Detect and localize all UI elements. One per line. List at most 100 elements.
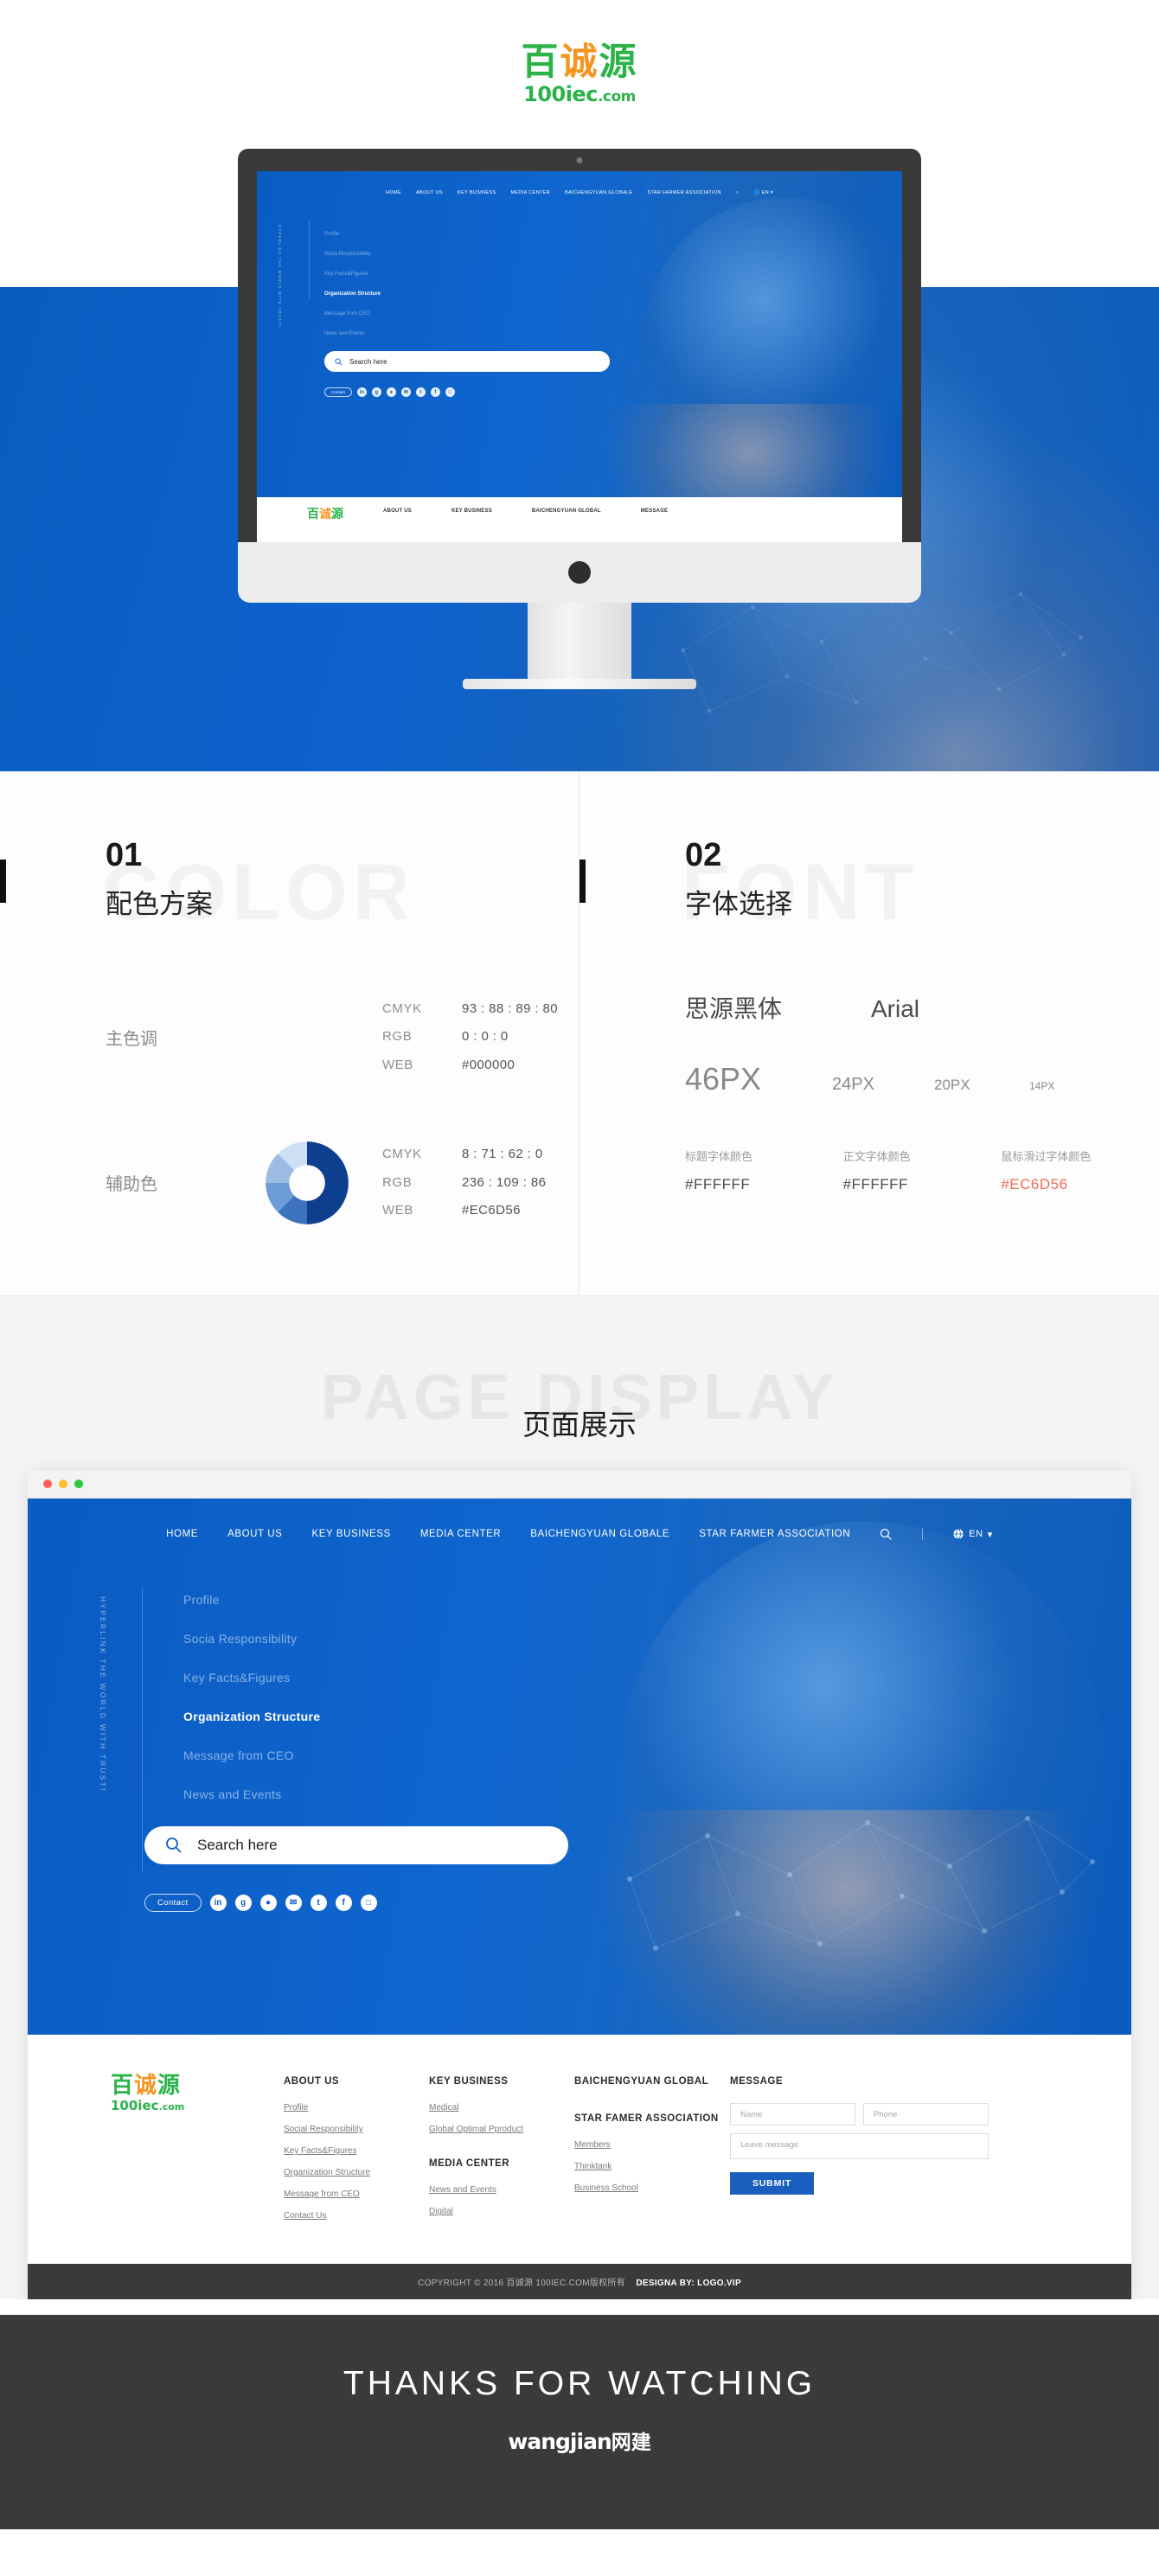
twitter-icon[interactable]: t bbox=[415, 387, 426, 397]
logo-char-2: 诚 bbox=[560, 41, 599, 84]
footer-link-global-optimal-product[interactable]: Global Optimal Pproduct bbox=[429, 2125, 574, 2134]
primary-web-key: WEB bbox=[382, 1057, 413, 1072]
footer-heading-media-center: MEDIA CENTER bbox=[429, 2158, 510, 2169]
footer-link-thinktank[interactable]: Thinktank bbox=[574, 2162, 730, 2171]
email-icon[interactable]: ✉ bbox=[285, 1894, 302, 1911]
font-family-chinese: 思源黑体 bbox=[685, 994, 783, 1023]
nav-item-media-center[interactable]: MEDIA CENTER bbox=[420, 1529, 501, 1539]
site-nav: HOME ABOUT US KEY BUSINESS MEDIA CENTER … bbox=[28, 1499, 1131, 1541]
language-selector[interactable]: EN ▾ bbox=[952, 1528, 993, 1540]
primary-rgb-value: 0 : 0 : 0 bbox=[462, 1029, 509, 1045]
footer-link-key-facts[interactable]: Key Facts&Figures bbox=[284, 2146, 429, 2156]
page-display-title: 页面展示 bbox=[522, 1407, 637, 1441]
twitter-icon[interactable]: t bbox=[310, 1894, 327, 1911]
sidebar-item-news-and-events[interactable]: News and Events bbox=[183, 1787, 1131, 1801]
footer-link-organization-structure[interactable]: Organization Structure bbox=[284, 2168, 429, 2177]
mini-contact-button[interactable]: Contact bbox=[324, 387, 352, 397]
mini-footer-logo-c1: 百 bbox=[307, 508, 319, 521]
footer-link-news-and-events[interactable]: News and Events bbox=[429, 2185, 574, 2195]
font-color-body-value: #FFFFFF bbox=[842, 1176, 908, 1192]
message-field[interactable]: Leave message bbox=[730, 2133, 989, 2159]
sidebar-item-message-from-ceo[interactable]: Message from CEO bbox=[183, 1748, 1131, 1762]
footer-logo-domain: .com bbox=[158, 2100, 185, 2113]
font-color-title-value: #FFFFFF bbox=[685, 1176, 751, 1192]
designer-logo-cjk: 网建 bbox=[611, 2432, 651, 2454]
footer-link-medical[interactable]: Medical bbox=[429, 2103, 574, 2113]
search-placeholder: Search here bbox=[197, 1836, 278, 1853]
chat-icon[interactable]: ● bbox=[386, 387, 396, 397]
email-icon[interactable]: ✉ bbox=[400, 387, 411, 397]
window-minimize-icon[interactable] bbox=[59, 1480, 67, 1489]
color-donut-chart bbox=[265, 1141, 349, 1224]
window-maximize-icon[interactable] bbox=[74, 1480, 83, 1489]
mini-search-placeholder: Search here bbox=[349, 357, 387, 366]
mini-sidebar-item-profile[interactable]: Profile bbox=[324, 232, 902, 237]
search-icon[interactable] bbox=[880, 1528, 893, 1541]
phone-field[interactable]: Phone bbox=[863, 2103, 989, 2125]
footer-heading-star-famer-association: STAR FAMER ASSOCIATION bbox=[574, 2113, 719, 2124]
primary-rgb-key: RGB bbox=[382, 1029, 413, 1045]
mini-sidebar-item-social[interactable]: Socia Responsibility bbox=[324, 252, 902, 257]
facebook-icon[interactable]: f bbox=[430, 387, 440, 397]
footer-link-social-responsibility[interactable]: Social Responsibility bbox=[284, 2125, 429, 2134]
mini-sidebar-item-facts[interactable]: Key Facts&Figures bbox=[324, 272, 902, 277]
poster-page: 百 诚源 100iec.com HOME ABOUT US KEY BUSINES… bbox=[0, 0, 1159, 2529]
site-footer: 百诚源 100iec.com ABOUT US Profile Social R… bbox=[28, 2034, 1131, 2264]
page-display-section: PAGE DISPLAY 页面展示 HOME ABOUT US KEY BUSI… bbox=[0, 1295, 1159, 2315]
mini-footer-logo-c3: 源 bbox=[331, 508, 343, 521]
display-spacer bbox=[0, 2299, 1159, 2315]
mini-sidebar-item-org[interactable]: Organization Structure bbox=[324, 291, 902, 297]
sidebar-item-social-responsibility[interactable]: Socia Responsibility bbox=[183, 1632, 1131, 1646]
mini-sidebar-item-ceo[interactable]: Message from CEO bbox=[324, 311, 902, 316]
font-section-header: FONT 02 字体选择 bbox=[580, 839, 1159, 932]
chat-icon[interactable]: ● bbox=[259, 1894, 277, 1911]
footer-link-contact-us[interactable]: Contact Us bbox=[284, 2211, 429, 2221]
site-sidebar: HYPERLINK THE WORLD WITH TRUST! Profile … bbox=[28, 1587, 1131, 1873]
sidebar-item-profile[interactable]: Profile bbox=[183, 1593, 1131, 1607]
nav-item-about-us[interactable]: ABOUT US bbox=[227, 1529, 282, 1539]
instagram-icon[interactable]: □ bbox=[445, 387, 455, 397]
sidebar-item-organization-structure[interactable]: Organization Structure bbox=[183, 1710, 1131, 1723]
secondary-web-key: WEB bbox=[382, 1202, 413, 1218]
window-close-icon[interactable] bbox=[43, 1480, 52, 1489]
footer-link-message-from-ceo[interactable]: Message from CEO bbox=[284, 2189, 429, 2199]
mini-footer: 百诚源 ABOUT US KEY BUSINESS BAICHENGYUAN G… bbox=[257, 497, 902, 542]
secondary-rgb-value: 236 : 109 : 86 bbox=[462, 1174, 547, 1190]
name-field[interactable]: Name bbox=[730, 2103, 855, 2125]
mini-sidebar-item-news[interactable]: News and Events bbox=[324, 331, 902, 336]
brand-logo-latin: 100iec.com bbox=[522, 84, 638, 105]
instagram-icon[interactable]: □ bbox=[360, 1894, 377, 1911]
nav-item-baichengyuan-globale[interactable]: BAICHENGYUAN GLOBALE bbox=[530, 1529, 669, 1539]
linkedin-icon[interactable]: in bbox=[209, 1894, 227, 1911]
sidebar-item-key-facts[interactable]: Key Facts&Figures bbox=[183, 1671, 1131, 1684]
designer-credit: DESIGNA BY: LOGO.VIP bbox=[636, 2279, 741, 2288]
submit-button[interactable]: SUBMIT bbox=[730, 2172, 815, 2195]
nav-item-key-business[interactable]: KEY BUSINESS bbox=[311, 1529, 390, 1539]
linkedin-icon[interactable]: in bbox=[356, 387, 367, 397]
nav-item-home[interactable]: HOME bbox=[166, 1529, 198, 1539]
googleplus-icon[interactable]: g bbox=[234, 1894, 252, 1911]
footer-link-digital[interactable]: Digital bbox=[429, 2207, 574, 2216]
chevron-down-icon: ▾ bbox=[987, 1529, 993, 1540]
nav-item-star-farmer-association[interactable]: STAR FARMER ASSOCIATION bbox=[699, 1529, 850, 1539]
mini-search-bar[interactable]: Search here bbox=[324, 351, 610, 372]
site-hero: HOME ABOUT US KEY BUSINESS MEDIA CENTER … bbox=[28, 1498, 1131, 2035]
search-bar[interactable]: Search here bbox=[144, 1825, 568, 1864]
color-section: COLOR 01 配色方案 主色调 CMYK 93 : 88 : 89 : 80 … bbox=[0, 771, 580, 1295]
footer-link-profile[interactable]: Profile bbox=[284, 2103, 429, 2113]
nav-divider bbox=[922, 1528, 924, 1541]
facebook-icon[interactable]: f bbox=[335, 1894, 352, 1911]
footer-link-members[interactable]: Members bbox=[574, 2140, 730, 2150]
googleplus-icon[interactable]: g bbox=[371, 387, 381, 397]
social-row: Contact in g ● ✉ t f □ bbox=[144, 1893, 1131, 1912]
footer-link-business-school[interactable]: Business School bbox=[574, 2183, 730, 2193]
font-size-14: 14PX bbox=[1029, 1080, 1055, 1092]
brand-logo: 百诚源 100iec.com bbox=[522, 44, 638, 105]
primary-color-table: CMYK 93 : 88 : 89 : 80 RGB 0 : 0 : 0 WEB #0… bbox=[382, 995, 558, 1079]
color-section-title: 配色方案 bbox=[106, 889, 213, 920]
contact-button[interactable]: Contact bbox=[144, 1893, 202, 1912]
copyright-bar: COPYRIGHT © 2016 百诚源 100IEC.COM版权所有 DESI… bbox=[28, 2264, 1131, 2299]
font-size-20: 20PX bbox=[934, 1077, 970, 1093]
font-size-row: 46PX 24PX 20PX 14PX bbox=[580, 1061, 1159, 1097]
thanks-section: THANKS FOR WATCHING wangjian网建 bbox=[0, 2315, 1159, 2529]
